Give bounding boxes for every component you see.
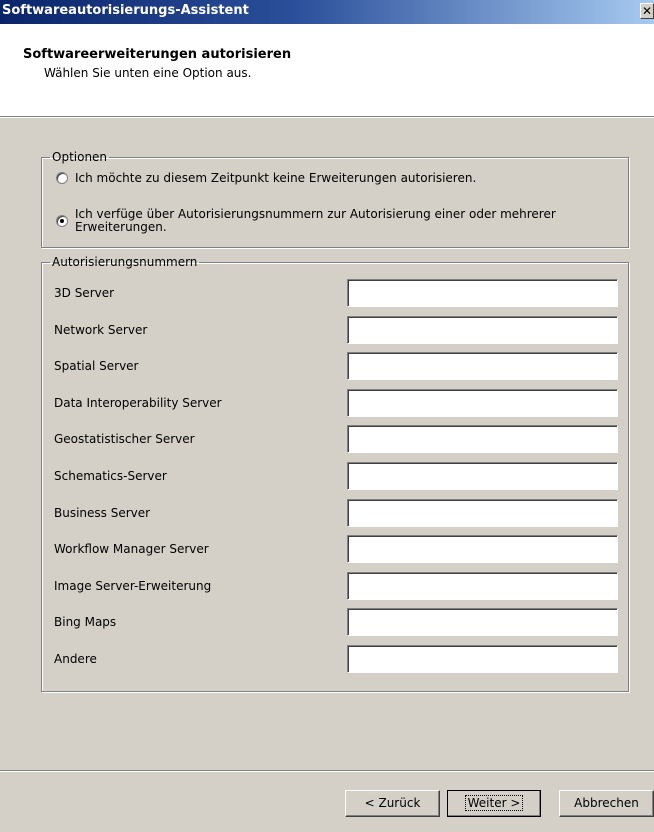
back-button[interactable]: < Zurück [345,790,440,817]
auth-row: Business Server [54,499,618,527]
option-no-authorize-label: Ich möchte zu diesem Zeitpunkt keine Erw… [75,171,477,185]
auth-row: Workflow Manager Server [54,535,618,563]
option-have-numbers-label: Ich verfüge über Autorisierungsnummern z… [75,207,556,234]
header-title: Softwareerweiterungen autorisieren [23,47,292,62]
auth-row-label: Spatial Server [54,359,139,373]
auth-row-label: Data Interoperability Server [54,396,222,410]
footer-divider [0,770,654,772]
auth-row: Andere [54,645,618,673]
option-no-authorize-radio[interactable] [56,172,68,184]
auth-row-label: Geostatistischer Server [54,432,195,446]
auth-number-input[interactable] [347,425,618,453]
header-divider [0,117,654,118]
close-icon: ✕ [641,4,653,18]
auth-row: Spatial Server [54,352,618,380]
auth-number-input[interactable] [347,462,618,490]
option-have-numbers[interactable]: Ich verfüge über Autorisierungsnummern z… [56,208,596,234]
auth-row-label: Schematics-Server [54,469,167,483]
header-subtitle: Wählen Sie unten eine Option aus. [44,66,252,80]
auth-number-input[interactable] [347,535,618,563]
option-no-authorize[interactable]: Ich möchte zu diesem Zeitpunkt keine Erw… [56,172,616,185]
auth-row-label: 3D Server [54,286,115,300]
next-button-label: Weiter > [464,795,524,811]
auth-number-input[interactable] [347,389,618,417]
auth-row: Schematics-Server [54,462,618,490]
auth-row-label: Workflow Manager Server [54,542,209,556]
option-have-numbers-radio[interactable] [56,215,68,227]
auth-numbers-legend: Autorisierungsnummern [52,255,198,269]
options-legend: Optionen [52,150,108,164]
close-button[interactable]: ✕ [640,3,654,19]
auth-number-input[interactable] [347,608,618,636]
auth-row: Data Interoperability Server [54,389,618,417]
auth-number-input[interactable] [347,352,618,380]
auth-row-label: Image Server-Erweiterung [54,579,212,593]
next-button[interactable]: Weiter > [447,790,541,817]
window-title: Softwareautorisierungs-Assistent [2,3,249,18]
wizard-header: Softwareerweiterungen autorisieren Wähle… [0,24,654,117]
back-button-label: < Zurück [364,796,421,810]
auth-number-input[interactable] [347,279,618,307]
auth-number-input[interactable] [347,572,618,600]
auth-row-label: Bing Maps [54,615,117,629]
auth-number-input[interactable] [347,316,618,344]
auth-row: Image Server-Erweiterung [54,572,618,600]
title-bar: Softwareautorisierungs-Assistent ✕ [0,0,654,24]
auth-number-input[interactable] [347,499,618,527]
auth-number-input[interactable] [347,645,618,673]
auth-row: Network Server [54,316,618,344]
auth-row: Bing Maps [54,608,618,636]
cancel-button[interactable]: Abbrechen [559,790,654,817]
auth-row-label: Network Server [54,323,148,337]
auth-row: Geostatistischer Server [54,425,618,453]
cancel-button-label: Abbrechen [574,796,639,810]
auth-row-label: Business Server [54,506,151,520]
auth-row: 3D Server [54,279,618,307]
auth-row-label: Andere [54,652,97,666]
